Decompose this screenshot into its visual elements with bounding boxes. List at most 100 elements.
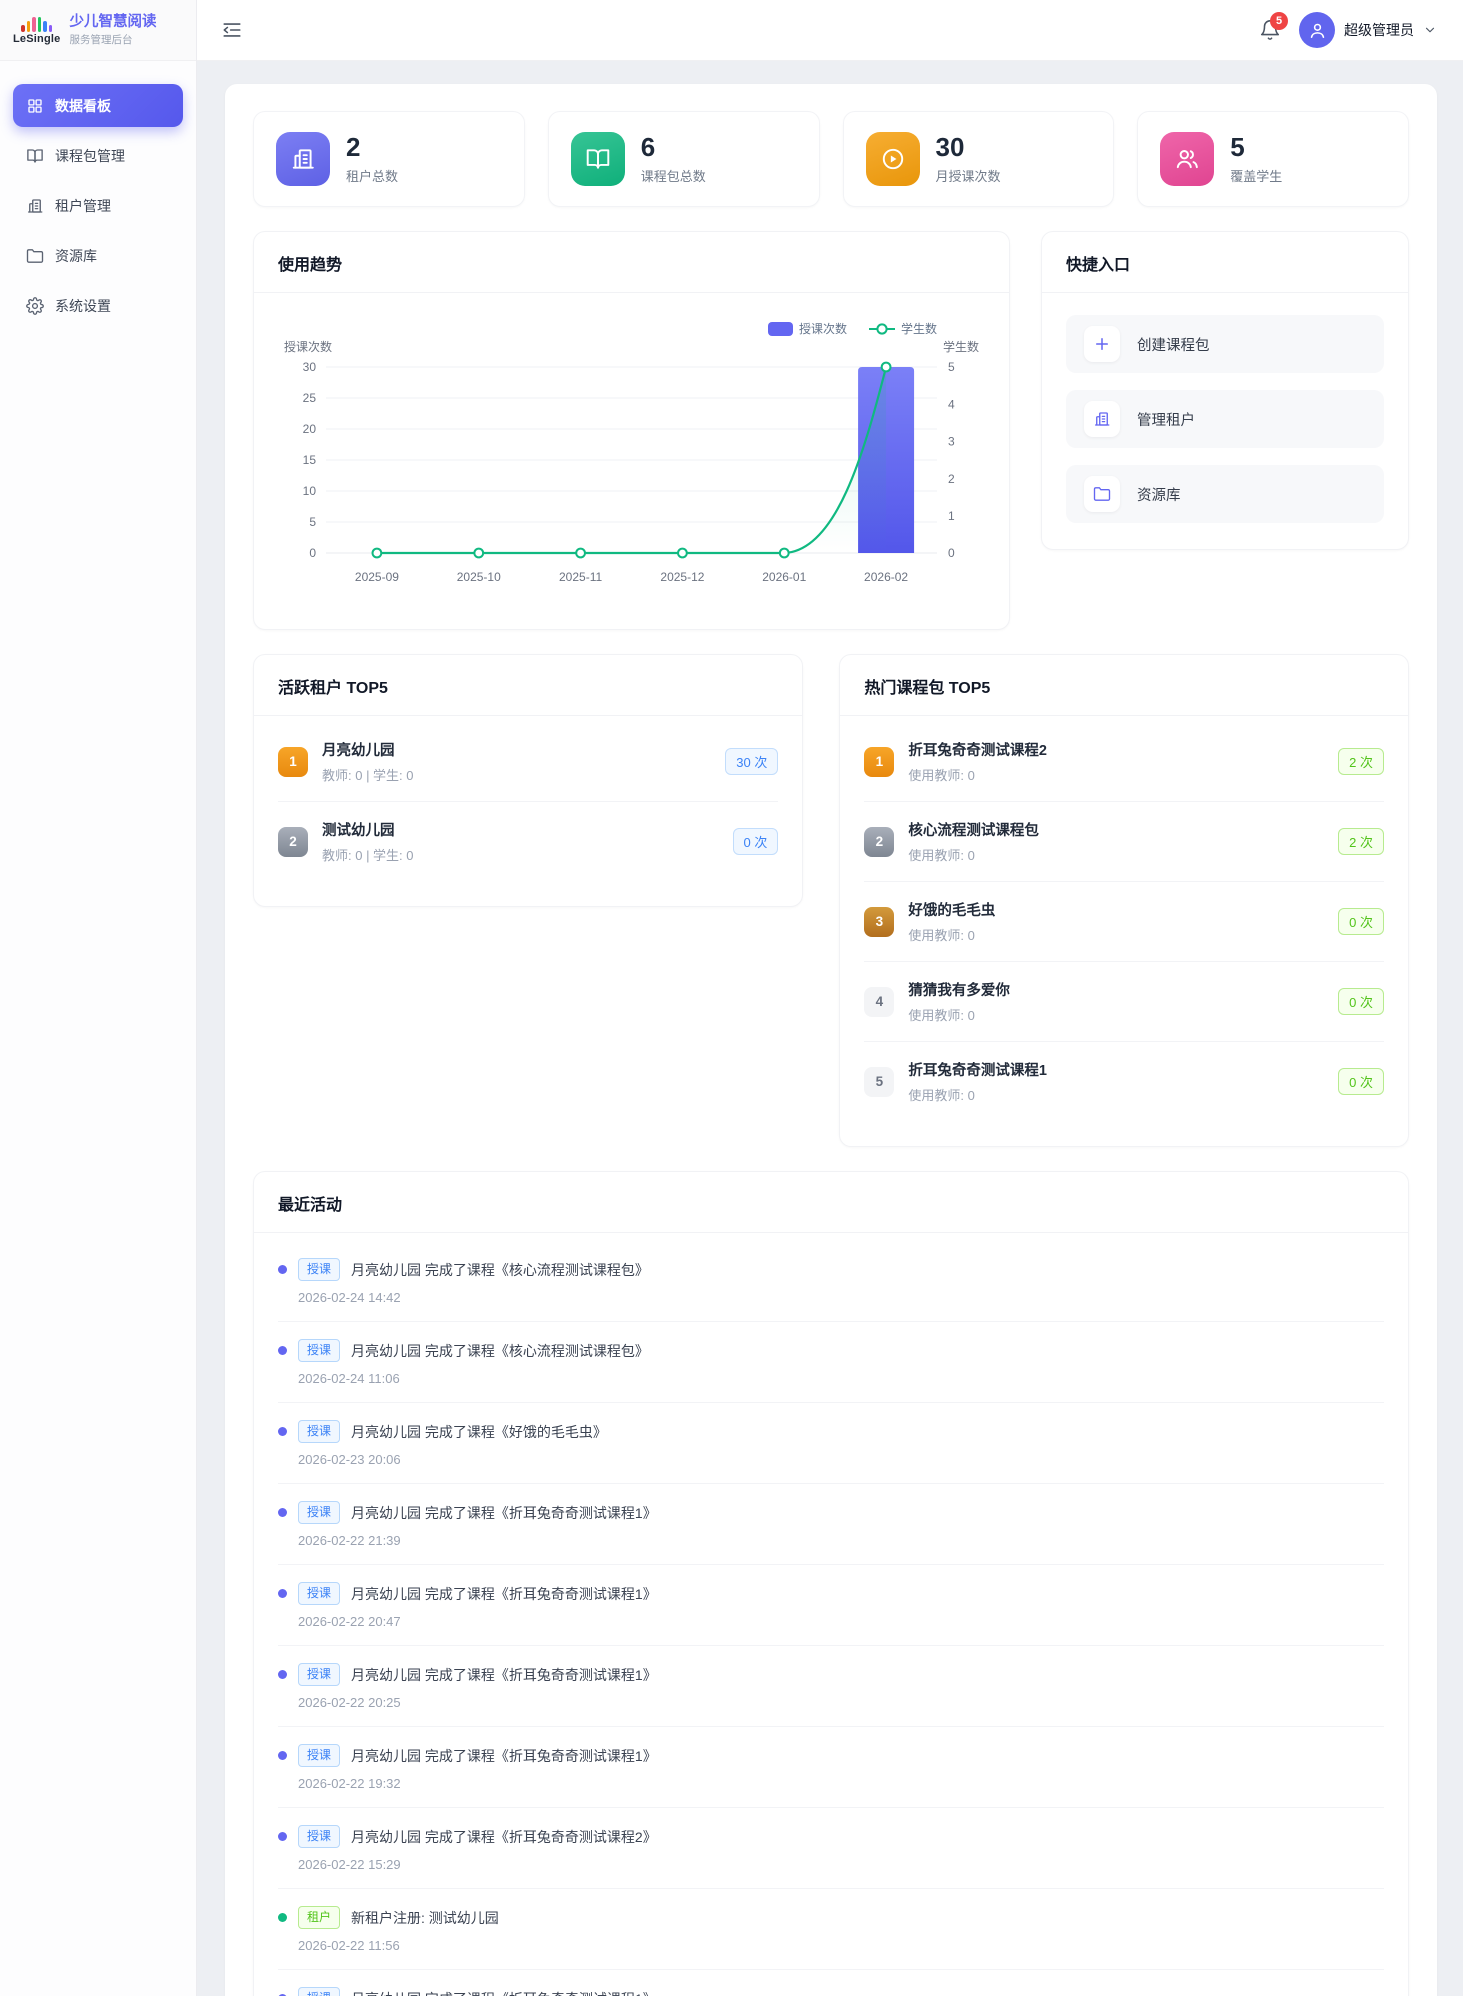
svg-text:授课次数: 授课次数 bbox=[284, 339, 332, 354]
usage-count-badge: 2 次 bbox=[1338, 828, 1384, 855]
building-icon bbox=[1084, 401, 1120, 437]
svg-text:2025-09: 2025-09 bbox=[355, 570, 399, 584]
stat-label: 月授课次数 bbox=[935, 168, 1001, 184]
brand-title: 少儿智慧阅读 bbox=[69, 13, 157, 30]
activity-dot bbox=[278, 1832, 287, 1841]
sidebar-item-5[interactable]: 系统设置 bbox=[13, 284, 183, 327]
quick-entry-label: 创建课程包 bbox=[1137, 337, 1210, 354]
activity-dot bbox=[278, 1265, 287, 1274]
rank-item-name: 好饿的毛毛虫 bbox=[908, 903, 996, 919]
activity-type-tag: 授课 bbox=[298, 1258, 341, 1281]
usage-trend-title: 使用趋势 bbox=[254, 232, 1009, 293]
rank-item-meta: 使用教师: 0 bbox=[908, 1008, 975, 1023]
usage-count-badge: 0 次 bbox=[1338, 908, 1384, 935]
sidebar-item-1[interactable]: 数据看板 bbox=[13, 84, 183, 127]
activity-message: 月亮幼儿园 完成了课程《折耳兔奇奇测试课程1》 bbox=[351, 1504, 657, 1521]
stat-card: 30 月授课次数 bbox=[842, 111, 1115, 207]
stat-value: 2 bbox=[346, 132, 361, 163]
sidebar-item-label: 资源库 bbox=[55, 247, 97, 264]
activity-item: 授课 月亮幼儿园 完成了课程《折耳兔奇奇测试课程1》 2026-02-22 19… bbox=[278, 1726, 1384, 1807]
svg-text:5: 5 bbox=[309, 515, 316, 529]
svg-text:2026-02: 2026-02 bbox=[864, 570, 908, 584]
hot-packages-list: 1 折耳兔奇奇测试课程2 使用教师: 0 2 次 2 核心流程测试课程包 使用教… bbox=[840, 716, 1408, 1146]
notifications-button[interactable]: 5 bbox=[1259, 12, 1288, 41]
activity-item: 租户 新租户注册: 测试幼儿园 2026-02-22 11:56 bbox=[278, 1888, 1384, 1969]
activity-message: 新租户注册: 测试幼儿园 bbox=[351, 1909, 499, 1926]
activity-type-tag: 授课 bbox=[298, 1744, 341, 1767]
activity-message: 月亮幼儿园 完成了课程《折耳兔奇奇测试课程1》 bbox=[351, 1666, 657, 1683]
sidebar-item-label: 数据看板 bbox=[55, 97, 111, 114]
rank-list-item[interactable]: 4 猜猜我有多爱你 使用教师: 0 0 次 bbox=[864, 961, 1384, 1041]
hot-packages-card: 热门课程包 TOP5 1 折耳兔奇奇测试课程2 使用教师: 0 2 次 2 核心… bbox=[839, 654, 1409, 1147]
user-icon bbox=[1310, 23, 1324, 38]
usage-count-badge: 0 次 bbox=[732, 828, 779, 855]
sidebar-item-2[interactable]: 课程包管理 bbox=[13, 134, 183, 177]
svg-text:2: 2 bbox=[948, 472, 955, 486]
activity-type-tag: 授课 bbox=[298, 1339, 341, 1362]
rank-badge: 3 bbox=[864, 906, 895, 937]
sidebar-item-label: 系统设置 bbox=[55, 297, 111, 314]
active-tenants-list: 1 月亮幼儿园 教师: 0 | 学生: 0 30 次 2 测试幼儿园 教师: 0… bbox=[254, 716, 802, 906]
recent-activity-list: 授课 月亮幼儿园 完成了课程《核心流程测试课程包》 2026-02-24 14:… bbox=[254, 1233, 1408, 1996]
rank-badge: 2 bbox=[864, 826, 895, 857]
activity-message: 月亮幼儿园 完成了课程《折耳兔奇奇测试课程1》 bbox=[351, 1989, 657, 1996]
stats-row: 2 租户总数 6 课程包总数 30 月授课次数 5 覆盖学生 bbox=[253, 111, 1409, 207]
header: 5 超级管理员 bbox=[197, 0, 1463, 61]
building-icon bbox=[26, 197, 44, 215]
rank-item-name: 核心流程测试课程包 bbox=[908, 823, 1039, 839]
stat-card: 6 课程包总数 bbox=[547, 111, 820, 207]
brand-subtitle: 服务管理后台 bbox=[69, 34, 133, 47]
rank-badge: 1 bbox=[864, 746, 895, 777]
svg-text:30: 30 bbox=[303, 360, 317, 374]
activity-timestamp: 2026-02-24 14:42 bbox=[298, 1290, 401, 1305]
rank-list-item[interactable]: 3 好饿的毛毛虫 使用教师: 0 0 次 bbox=[864, 881, 1384, 961]
rank-list-item[interactable]: 2 核心流程测试课程包 使用教师: 0 2 次 bbox=[864, 801, 1384, 881]
quick-entry-item[interactable]: 管理租户 bbox=[1066, 390, 1384, 448]
activity-message: 月亮幼儿园 完成了课程《核心流程测试课程包》 bbox=[351, 1342, 649, 1359]
quick-entry-label: 管理租户 bbox=[1137, 412, 1195, 429]
activity-item: 授课 月亮幼儿园 完成了课程《核心流程测试课程包》 2026-02-24 14:… bbox=[278, 1241, 1384, 1321]
quick-entry-item[interactable]: 资源库 bbox=[1066, 465, 1384, 523]
activity-dot bbox=[278, 1346, 287, 1355]
activity-dot bbox=[278, 1670, 287, 1679]
sidebar-item-4[interactable]: 资源库 bbox=[13, 234, 183, 277]
play-icon bbox=[865, 132, 920, 186]
quick-entry-label: 资源库 bbox=[1137, 487, 1181, 504]
recent-activity-card: 最近活动 授课 月亮幼儿园 完成了课程《核心流程测试课程包》 2026-02-2… bbox=[253, 1171, 1409, 1996]
rank-badge: 5 bbox=[864, 1066, 895, 1097]
activity-type-tag: 授课 bbox=[298, 1663, 341, 1686]
quick-entry-title: 快捷入口 bbox=[1042, 232, 1408, 293]
sidebar-item-label: 课程包管理 bbox=[55, 147, 125, 164]
usage-trend-card: 使用趋势 0 5 10 15 20 25 30 0 1 2 3 4 5 授课次数 学生数 2025-09 202… bbox=[253, 231, 1010, 630]
stat-value: 5 bbox=[1230, 132, 1245, 163]
stat-value: 6 bbox=[640, 132, 656, 163]
rank-item-name: 猜猜我有多爱你 bbox=[908, 983, 1010, 999]
rank-item-name: 折耳兔奇奇测试课程2 bbox=[908, 743, 1047, 759]
rank-item-meta: 使用教师: 0 bbox=[908, 768, 975, 783]
rank-badge: 2 bbox=[278, 826, 308, 857]
rank-badge: 4 bbox=[864, 986, 895, 1017]
sidebar-collapse-icon[interactable] bbox=[221, 19, 243, 41]
sidebar-item-3[interactable]: 租户管理 bbox=[13, 184, 183, 227]
stat-label: 覆盖学生 bbox=[1230, 168, 1283, 184]
quick-entry-item[interactable]: 创建课程包 bbox=[1066, 315, 1384, 373]
gear-icon bbox=[26, 296, 44, 315]
rank-list-item[interactable]: 2 测试幼儿园 教师: 0 | 学生: 0 0 次 bbox=[278, 801, 779, 881]
activity-timestamp: 2026-02-22 20:25 bbox=[298, 1695, 401, 1710]
rank-item-meta: 使用教师: 0 bbox=[908, 928, 975, 943]
user-menu[interactable]: 超级管理员 bbox=[1299, 12, 1437, 48]
activity-type-tag: 授课 bbox=[298, 1501, 341, 1524]
stat-label: 租户总数 bbox=[346, 168, 399, 184]
rank-list-item[interactable]: 1 折耳兔奇奇测试课程2 使用教师: 0 2 次 bbox=[864, 722, 1384, 801]
usage-count-badge: 30 次 bbox=[725, 748, 779, 775]
sidebar-item-label: 租户管理 bbox=[55, 197, 111, 214]
rank-list-item[interactable]: 1 月亮幼儿园 教师: 0 | 学生: 0 30 次 bbox=[278, 722, 779, 801]
rank-list-item[interactable]: 5 折耳兔奇奇测试课程1 使用教师: 0 0 次 bbox=[864, 1041, 1384, 1121]
svg-text:25: 25 bbox=[303, 391, 317, 405]
activity-type-tag: 授课 bbox=[298, 1420, 341, 1443]
brand-logo-icon: LeSingle bbox=[13, 16, 60, 45]
rank-item-meta: 使用教师: 0 bbox=[908, 848, 975, 863]
activity-item: 授课 月亮幼儿园 完成了课程《折耳兔奇奇测试课程1》 2026-02-22 20… bbox=[278, 1645, 1384, 1726]
main-content: 2 租户总数 6 课程包总数 30 月授课次数 5 覆盖学生 使用趋势 0 5 10… bbox=[225, 84, 1437, 1996]
activity-item: 授课 月亮幼儿园 完成了课程《折耳兔奇奇测试课程2》 2026-02-22 15… bbox=[278, 1807, 1384, 1888]
